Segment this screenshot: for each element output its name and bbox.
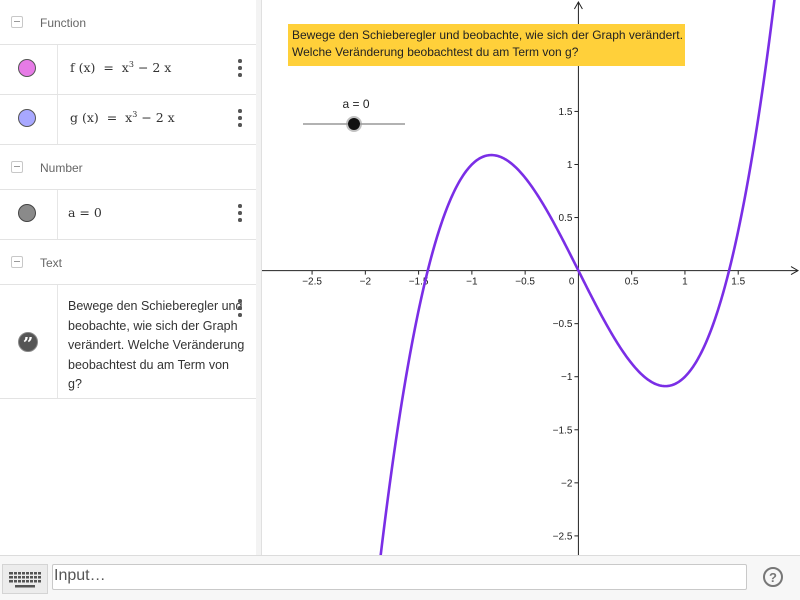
y-tick-label: 1 xyxy=(567,160,573,171)
formula-f[interactable]: f (x) = x3 − 2 x xyxy=(70,60,171,75)
function-name: g (x) xyxy=(70,110,99,126)
text-line: g? xyxy=(68,377,82,391)
x-tick-label: −2 xyxy=(360,277,372,288)
section-number: Number xyxy=(0,145,256,190)
visibility-toggle-f-icon[interactable] xyxy=(18,59,36,77)
section-label: Number xyxy=(40,161,83,175)
slider-label: a = 0 xyxy=(342,97,369,111)
row-divider xyxy=(57,45,58,94)
input-field-container[interactable] xyxy=(52,564,747,590)
x-tick-label: 1.5 xyxy=(731,277,745,288)
quote-icon[interactable]: ” xyxy=(18,332,38,355)
y-tick-label: 1.5 xyxy=(559,107,573,118)
help-icon[interactable]: ? xyxy=(763,567,783,587)
section-function: Function xyxy=(0,0,256,45)
graph-f[interactable] xyxy=(375,0,780,555)
text-line: beobachtest du am Term von xyxy=(68,357,229,372)
slider-a[interactable]: a = 0 xyxy=(303,97,405,132)
text-object-content[interactable]: Bewege den Schieberegler und beobachte, … xyxy=(68,297,254,395)
formula-a[interactable]: a = 0 xyxy=(68,205,102,220)
x-tick-label: 0.5 xyxy=(625,277,639,288)
more-menu-f-icon[interactable] xyxy=(236,59,244,79)
algebra-view: Function f (x) = x3 − 2 x g (x) = x3 − 2… xyxy=(0,0,257,555)
y-tick-label: −2 xyxy=(561,478,573,489)
expr-rest: − 2 x xyxy=(141,110,175,126)
row-divider xyxy=(57,285,58,398)
y-tick-label: −1.5 xyxy=(553,425,573,436)
visibility-toggle-a-icon[interactable] xyxy=(18,204,36,222)
visibility-toggle-g-icon[interactable] xyxy=(18,109,36,127)
algebra-input[interactable] xyxy=(54,567,734,585)
expr-exponent: 3 xyxy=(128,60,134,69)
x-tick-label: 1 xyxy=(682,277,688,288)
algebra-item-a[interactable]: a = 0 xyxy=(0,190,256,240)
more-menu-a-icon[interactable] xyxy=(236,204,244,224)
keyboard-icon[interactable] xyxy=(2,564,48,594)
row-divider xyxy=(57,95,58,144)
text-line: beobachte, wie sich der Graph xyxy=(68,318,238,333)
x-tick-label: 0 xyxy=(569,277,575,288)
info-text-box[interactable]: Bewege den Schieberegler und beobachte, … xyxy=(288,24,685,66)
collapse-number-icon[interactable] xyxy=(11,161,23,173)
y-tick-label: −2.5 xyxy=(553,531,573,542)
y-tick-label: −0.5 xyxy=(553,319,573,330)
slider-thumb-core[interactable] xyxy=(348,118,360,130)
more-menu-text-icon[interactable] xyxy=(236,299,244,319)
more-menu-g-icon[interactable] xyxy=(236,109,244,129)
section-label: Text xyxy=(40,256,63,270)
expr-base: x xyxy=(121,60,129,76)
x-tick-label: −0.5 xyxy=(515,277,535,288)
algebra-item-g[interactable]: g (x) = x3 − 2 x xyxy=(0,95,256,145)
expr-rest: − 2 x xyxy=(137,60,172,76)
x-tick-label: −2.5 xyxy=(302,277,322,288)
collapse-text-icon[interactable] xyxy=(11,256,23,268)
collapse-function-icon[interactable] xyxy=(11,16,23,28)
text-line: Bewege den Schieberegler und xyxy=(68,299,243,313)
y-tick-label: −1 xyxy=(561,372,573,383)
row-divider xyxy=(57,190,58,239)
section-label: Function xyxy=(40,16,87,30)
formula-g[interactable]: g (x) = x3 − 2 x xyxy=(70,110,175,125)
algebra-item-f[interactable]: f (x) = x3 − 2 x xyxy=(0,45,256,95)
x-tick-label: −1 xyxy=(466,277,478,288)
coordinate-plane[interactable]: −2.5 −2 −1.5 −1 −0.5 0 0.5 1 1.51.510.5−0.5−1−1.… xyxy=(262,0,800,555)
y-tick-label: 0.5 xyxy=(559,213,573,224)
algebra-item-text[interactable]: ” Bewege den Schieberegler und beobachte… xyxy=(0,285,256,399)
function-name: f (x) xyxy=(70,60,96,76)
expr-exponent: 3 xyxy=(132,110,138,119)
section-text: Text xyxy=(0,240,256,285)
graphics-view[interactable]: −2.5 −2 −1.5 −1 −0.5 0 0.5 1 1.5 1.5 1 0.5 −0.5 −1 −1.… xyxy=(262,0,800,555)
input-bar: ? xyxy=(0,555,800,600)
equals-sign: = xyxy=(106,110,118,126)
info-text-line: Bewege den Schieberegler und beobachte, … xyxy=(292,28,683,42)
info-text-line: Welche Veränderung beobachtest du am Ter… xyxy=(292,45,579,59)
text-line: verändert. Welche Veränderung xyxy=(68,338,245,352)
equals-sign: = xyxy=(103,60,114,76)
